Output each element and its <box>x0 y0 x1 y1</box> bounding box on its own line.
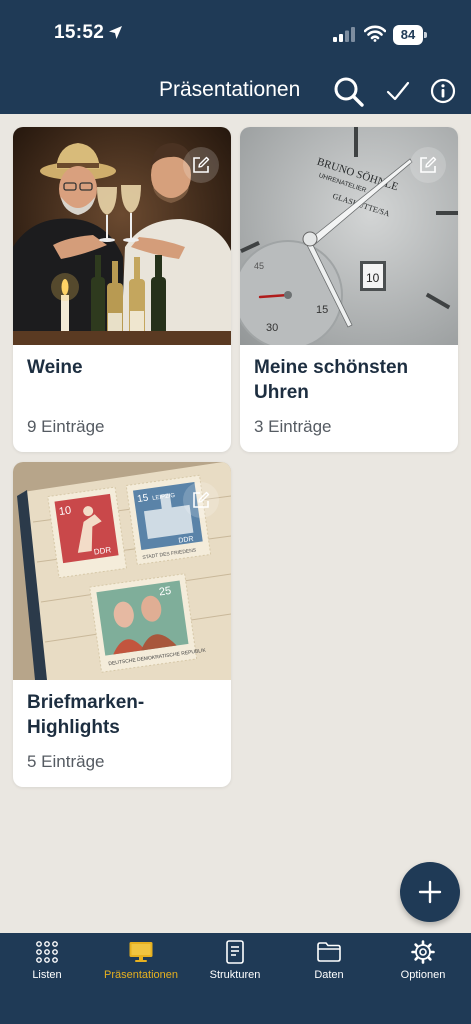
edit-card-button[interactable] <box>410 147 446 183</box>
tab-label: Optionen <box>400 969 446 981</box>
subdial-30: 30 <box>266 322 278 334</box>
wifi-icon <box>363 25 387 47</box>
tab-praesentationen[interactable]: Präsentationen <box>94 933 188 993</box>
tab-label: Präsentationen <box>104 969 178 981</box>
presentation-card-uhren[interactable]: BRUNO SÖHNLE UHRENATELIER GLASHÜTTE/SA 4… <box>240 127 458 452</box>
subdial-45: 45 <box>254 261 264 271</box>
document-icon <box>223 940 247 964</box>
tab-daten[interactable]: Daten <box>282 933 376 993</box>
subdial-15: 15 <box>316 304 328 316</box>
presentation-card-briefmarken[interactable]: 10 DDR 15 LEIPZIG DDR STADT DES FRIEDENS <box>13 462 231 787</box>
battery-level: 84 <box>393 25 423 45</box>
card-title: Weine <box>27 357 83 378</box>
tab-strukturen[interactable]: Strukturen <box>188 933 282 993</box>
info-icon[interactable] <box>430 78 456 109</box>
tab-optionen[interactable]: Optionen <box>376 933 470 993</box>
tab-label: Strukturen <box>209 969 261 981</box>
tab-listen[interactable]: Listen <box>0 933 94 993</box>
presentation-card-weine[interactable]: Weine 9 Einträge <box>13 127 231 452</box>
cellular-signal-icon <box>333 27 357 47</box>
tab-label: Daten <box>314 969 344 981</box>
battery-indicator: 84 <box>393 25 427 45</box>
card-title: Briefmarken-Highlights <box>27 692 145 738</box>
status-bar: 15:52 84 <box>0 0 471 66</box>
status-time: 15:52 <box>54 22 105 43</box>
card-entry-count: 9 Einträge <box>27 417 105 436</box>
folder-icon <box>317 940 341 964</box>
date-window: 10 <box>366 271 380 285</box>
checkmark-icon[interactable] <box>386 80 410 107</box>
stamp-value: 15 <box>137 493 150 506</box>
tab-label: Listen <box>32 969 62 981</box>
wine-photo <box>13 127 231 345</box>
monitor-icon <box>129 940 153 964</box>
watch-photo: BRUNO SÖHNLE UHRENATELIER GLASHÜTTE/SA 4… <box>240 127 458 350</box>
edit-card-button[interactable] <box>183 147 219 183</box>
edit-icon <box>193 156 210 173</box>
add-presentation-button[interactable] <box>400 862 460 922</box>
edit-icon <box>193 491 210 508</box>
page-title: Präsentationen <box>159 78 301 101</box>
edit-card-button[interactable] <box>183 482 219 518</box>
tab-bar: Listen Präsentationen Strukturen Daten O… <box>0 933 471 1024</box>
search-icon[interactable] <box>333 76 365 113</box>
gear-icon <box>411 940 435 964</box>
edit-icon <box>420 156 437 173</box>
card-entry-count: 3 Einträge <box>254 417 332 436</box>
plus-icon <box>418 880 442 904</box>
stamp-value: 10 <box>58 505 72 519</box>
stamp-album-photo: 10 DDR 15 LEIPZIG DDR STADT DES FRIEDENS <box>13 462 231 680</box>
grid-dots-icon <box>35 940 59 964</box>
nav-bar: Präsentationen <box>0 66 471 114</box>
location-arrow-icon <box>108 25 123 45</box>
card-entry-count: 5 Einträge <box>27 752 105 771</box>
stamp-value: 25 <box>158 585 172 599</box>
card-title: Meine schönsten Uhren <box>254 357 409 403</box>
